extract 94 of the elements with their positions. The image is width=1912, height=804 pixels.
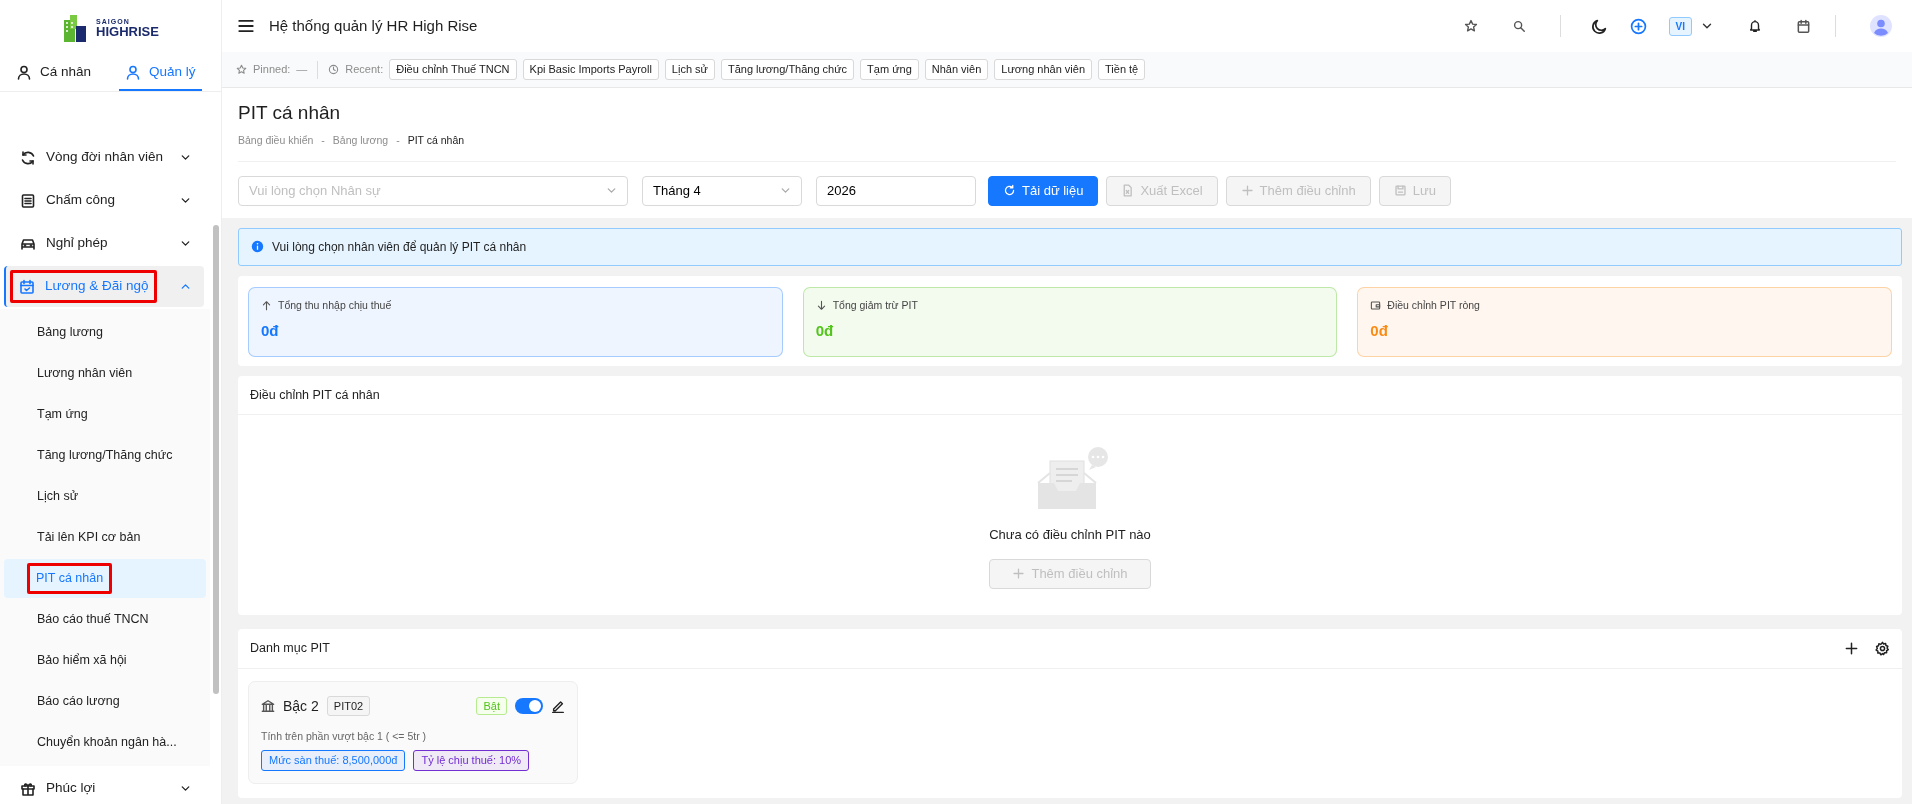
stat-value: 0đ (261, 321, 280, 342)
refresh-icon (20, 149, 36, 166)
pinned-label: Pinned: (253, 62, 291, 78)
plus-icon (1012, 567, 1026, 581)
sidebar-item[interactable]: Lương & Đãi ngộ (4, 266, 204, 307)
sidebar-item[interactable]: Vòng đời nhân viên (4, 137, 204, 178)
submenu-item[interactable]: Tải lên KPI cơ bản (4, 518, 206, 557)
recent-page-chip[interactable]: Lịch sử (664, 59, 715, 80)
pinned-empty-text: — (296, 62, 308, 78)
page-title: PIT cá nhân (238, 102, 342, 125)
avatar-icon[interactable] (1870, 15, 1892, 37)
info-icon (251, 240, 264, 254)
submenu-item[interactable]: Lịch sử (4, 477, 206, 516)
submenu-item[interactable]: PIT cá nhân (4, 559, 206, 598)
bracket-tag: Mức sàn thuế: 8,500,000đ (261, 750, 406, 771)
sidebar-item-label: Lương & Đãi ngộ (45, 277, 149, 296)
calendar-icon[interactable] (1796, 18, 1811, 34)
moon-icon[interactable] (1590, 17, 1608, 35)
stat-label: Tổng thu nhập chịu thuế (278, 297, 392, 313)
search-icon[interactable] (1511, 19, 1526, 33)
submenu-item[interactable]: Tăng lương/Thăng chức (4, 436, 206, 475)
sidebar-item-label: Phúc lợi (46, 779, 96, 798)
month-select[interactable]: Tháng 4 (642, 175, 802, 206)
recent-page-chip[interactable]: Tăng lương/Thăng chức (720, 59, 855, 80)
submenu-item[interactable]: Chuyển khoản ngân hà... (4, 723, 206, 762)
star-icon[interactable] (1463, 19, 1478, 33)
app-title: Hệ thống quản lý HR High Rise (269, 15, 478, 36)
employee-select[interactable]: Vui lòng chọn Nhân sự (238, 175, 628, 206)
breadcrumb-current: PIT cá nhân (407, 132, 465, 148)
bracket-name: Bậc 2 (283, 696, 319, 716)
person-icon (125, 64, 142, 80)
recent-page-chip[interactable]: Lương nhân viên (994, 59, 1092, 80)
sidebar-item-label: Nghỉ phép (46, 234, 108, 253)
bracket-description: Tính trên phần vượt bậc 1 ( <= 5tr ) (261, 728, 428, 744)
year-field[interactable]: 2026 (816, 175, 976, 206)
alert-text: Vui lòng chọn nhân viên để quản lý PIT cá nhân (272, 238, 527, 256)
sidebar-item[interactable]: Chấm công (4, 180, 204, 221)
calendar-icon (19, 278, 35, 295)
arrow-down-icon (815, 299, 827, 311)
status-tag: Bật (476, 696, 507, 716)
breadcrumb-link[interactable]: Bảng điều khiển (238, 132, 314, 149)
add-circle-icon[interactable] (1629, 17, 1647, 35)
gift-icon (20, 780, 36, 797)
reload-icon (1003, 184, 1016, 198)
breadcrumb-separator: - (321, 132, 325, 148)
panel-title: Danh mục PIT (250, 639, 330, 657)
stat-value: 0đ (815, 321, 835, 342)
document-icon (1121, 184, 1135, 198)
submenu-item[interactable]: Báo cáo lương (4, 682, 206, 721)
plus-icon (1240, 184, 1254, 198)
bank-icon (261, 699, 275, 714)
plus-icon[interactable] (1844, 640, 1859, 656)
person-icon (16, 64, 32, 80)
stat-label: Điều chỉnh PIT ròng (1387, 297, 1480, 313)
sidebar-tab[interactable]: Quản lý (119, 55, 202, 91)
arrow-up-icon (261, 299, 272, 311)
recent-page-chip[interactable]: Kpi Basic Imports Payroll (522, 59, 659, 80)
stat-value: 0đ (1370, 321, 1389, 342)
recent-label: Recent: (345, 62, 384, 78)
recent-page-chip[interactable]: Nhân viên (924, 59, 989, 80)
list-sheet-icon (20, 192, 36, 209)
menu-icon[interactable] (237, 17, 255, 35)
notification-icon[interactable] (1748, 19, 1762, 33)
recent-page-chip[interactable]: Tạm ứng (860, 59, 919, 80)
submenu-item-label: PIT cá nhân (27, 563, 113, 594)
bracket-tag: Tỷ lệ chịu thuế: 10% (413, 750, 530, 771)
bracket-code: PIT02 (326, 695, 371, 717)
submenu-item[interactable]: Bảng lương (4, 313, 206, 352)
empty-state-text: Chưa có điều chỉnh PIT nào (989, 526, 1151, 545)
recent-page-chip[interactable]: Tiền tệ (1098, 59, 1146, 80)
stat-label: Tổng giảm trừ PIT (832, 297, 918, 313)
sidebar-item[interactable]: Phúc lợi (4, 768, 204, 804)
action-button[interactable]: Tải dữ liệu (988, 175, 1099, 206)
breadcrumb-separator: - (396, 132, 400, 148)
edit-icon[interactable] (551, 699, 565, 714)
sidebar-item[interactable]: Nghỉ phép (4, 223, 204, 264)
clock-icon (328, 64, 340, 75)
submenu-item[interactable]: Bảo hiểm xã hội (4, 641, 206, 680)
star-icon (236, 64, 247, 75)
sidebar-item-label: Vòng đời nhân viên (46, 148, 163, 167)
sidebar-item-label: Chấm công (46, 191, 116, 210)
panel-title: Điều chỉnh PIT cá nhân (250, 386, 380, 404)
settings-icon[interactable] (1875, 640, 1890, 656)
recent-page-chip[interactable]: Điều chỉnh Thuế TNCN (389, 59, 517, 80)
language-selector[interactable]: VI (1668, 16, 1692, 36)
save-icon (1393, 184, 1407, 198)
submenu-item[interactable]: Lương nhân viên (4, 354, 206, 393)
sidebar-tab[interactable]: Cá nhân (10, 55, 98, 91)
breadcrumb-link[interactable]: Bảng lương (332, 132, 389, 149)
toggle-switch[interactable] (515, 698, 543, 715)
submenu-item[interactable]: Báo cáo thuế TNCN (4, 600, 206, 639)
submenu-item[interactable]: Tạm ứng (4, 395, 206, 434)
wallet-icon (1370, 299, 1382, 311)
logo-text: HIGHRISE (96, 24, 159, 38)
